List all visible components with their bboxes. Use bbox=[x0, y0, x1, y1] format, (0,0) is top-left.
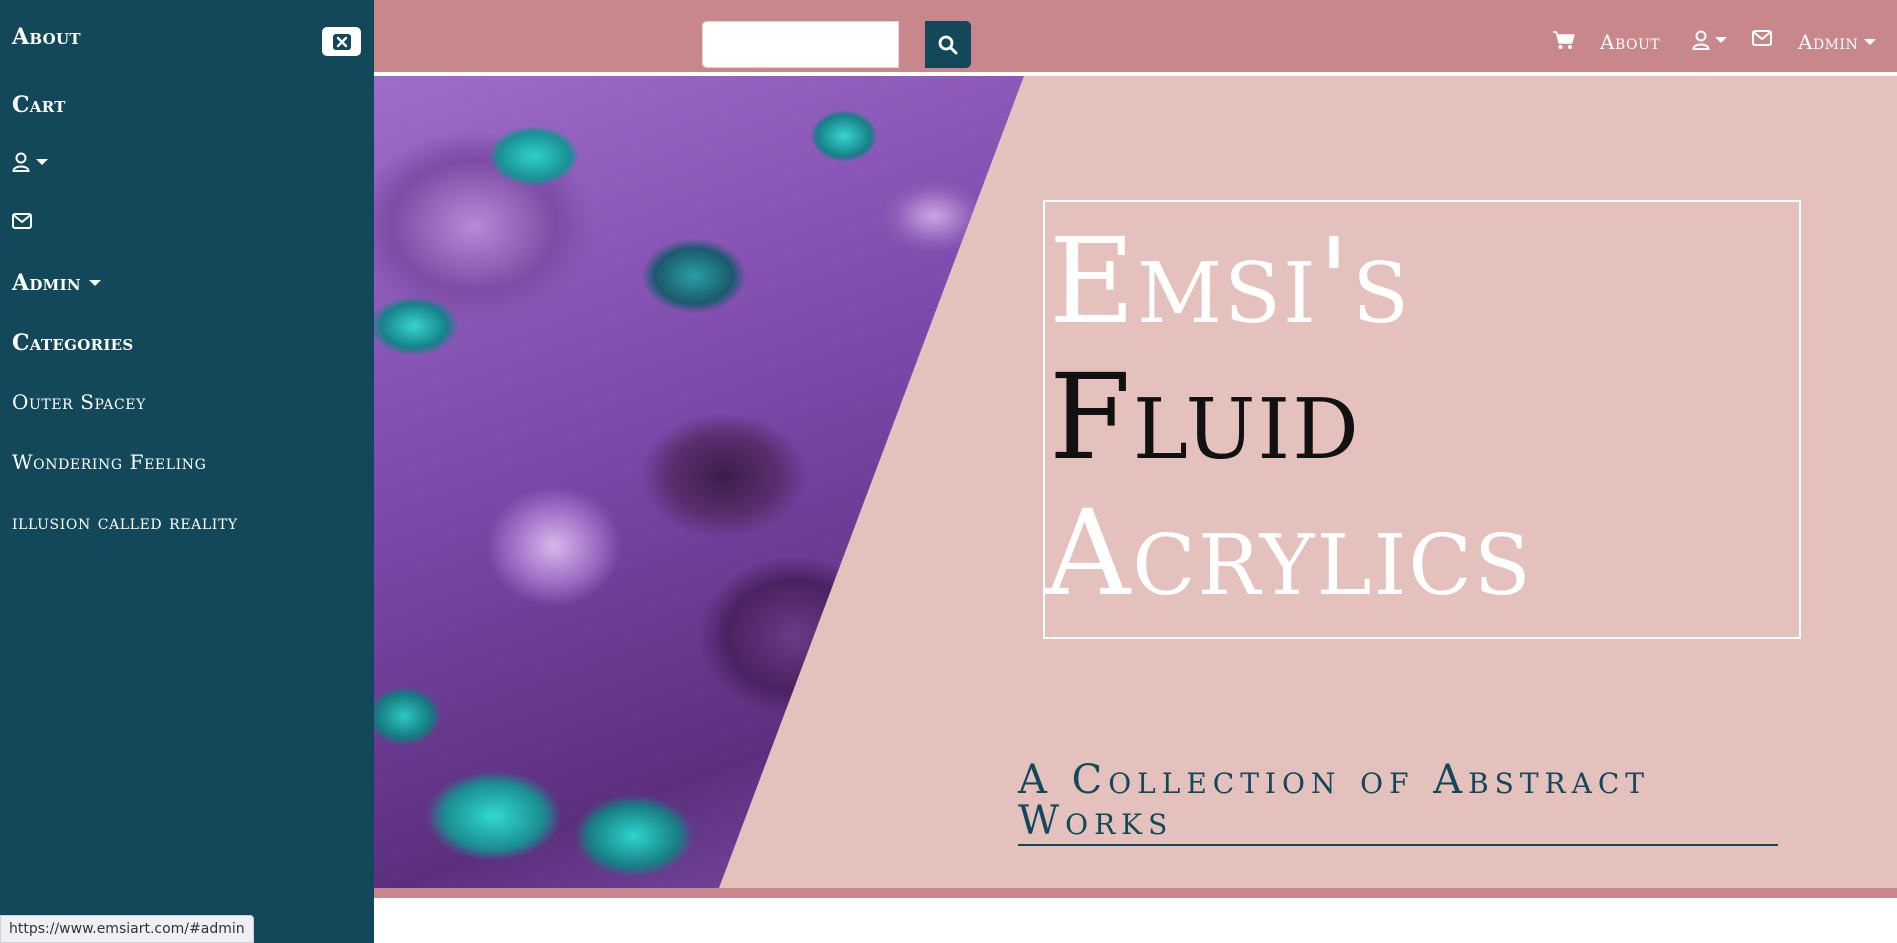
search-input[interactable] bbox=[702, 21, 899, 68]
status-bar-url: https://www.emsiart.com/#admin bbox=[0, 915, 254, 943]
caret-down-icon bbox=[1864, 39, 1877, 45]
nav-admin-label: Admin bbox=[1798, 30, 1859, 54]
hero-title-line-1: Emsi's bbox=[1049, 212, 1412, 350]
sidebar-categories-heading: Categories bbox=[12, 330, 134, 356]
nav-about-label: About bbox=[1600, 30, 1661, 54]
sidebar-category-item[interactable]: Wondering Feeling bbox=[12, 450, 206, 474]
hero-banner: Emsi's Fluid Acrylics A Collection of Ab… bbox=[374, 76, 1897, 888]
mail-icon bbox=[1752, 30, 1772, 46]
sidebar-category-item[interactable]: Outer Spacey bbox=[12, 390, 146, 414]
sidebar-category-item[interactable]: illusion called reality bbox=[12, 510, 238, 534]
sidebar-item-cart[interactable]: Cart bbox=[12, 92, 66, 118]
sidebar-item-account-dropdown[interactable] bbox=[12, 152, 48, 172]
caret-down-icon bbox=[1715, 37, 1727, 43]
sidebar-item-admin-label: Admin bbox=[12, 270, 81, 296]
search-icon bbox=[938, 35, 958, 54]
sidebar-item-about-label: About bbox=[12, 24, 81, 50]
top-navbar: About Admin bbox=[374, 0, 1897, 74]
sidebar-item-cart-label: Cart bbox=[12, 92, 66, 118]
user-icon bbox=[1692, 30, 1710, 50]
hero-subtitle: A Collection of Abstract Works bbox=[1018, 757, 1650, 844]
user-icon bbox=[12, 152, 30, 172]
hero-bottom-border bbox=[374, 888, 1897, 898]
hero-title-line-2: Fluid bbox=[1049, 348, 1361, 486]
sidebar-item-mail[interactable] bbox=[12, 213, 32, 229]
close-sidebar-button[interactable] bbox=[322, 27, 361, 56]
nav-account-dropdown[interactable] bbox=[1692, 30, 1727, 50]
caret-down-icon bbox=[36, 159, 48, 165]
sidebar-item-about[interactable]: About bbox=[12, 24, 81, 50]
nav-admin-dropdown[interactable]: Admin bbox=[1798, 30, 1877, 54]
cart-icon bbox=[1553, 31, 1575, 49]
nav-about-link[interactable]: About bbox=[1600, 30, 1660, 54]
categories-heading-label: Categories bbox=[12, 330, 134, 356]
search-button[interactable] bbox=[925, 21, 971, 68]
nav-cart-link[interactable] bbox=[1552, 30, 1576, 50]
nav-mail-link[interactable] bbox=[1752, 30, 1772, 46]
sidebar-item-admin-dropdown[interactable]: Admin bbox=[12, 270, 101, 296]
hero-title-line-3: Acrylics bbox=[1045, 484, 1533, 622]
category-label: Wondering Feeling bbox=[12, 450, 207, 474]
subtitle-underline bbox=[1018, 844, 1778, 846]
mail-icon bbox=[12, 213, 32, 229]
category-label: illusion called reality bbox=[12, 510, 238, 534]
close-icon bbox=[332, 33, 351, 50]
category-label: Outer Spacey bbox=[12, 390, 146, 414]
caret-down-icon bbox=[88, 280, 101, 286]
sidebar: About Cart Admin Categories Outer Spacey… bbox=[0, 0, 374, 943]
